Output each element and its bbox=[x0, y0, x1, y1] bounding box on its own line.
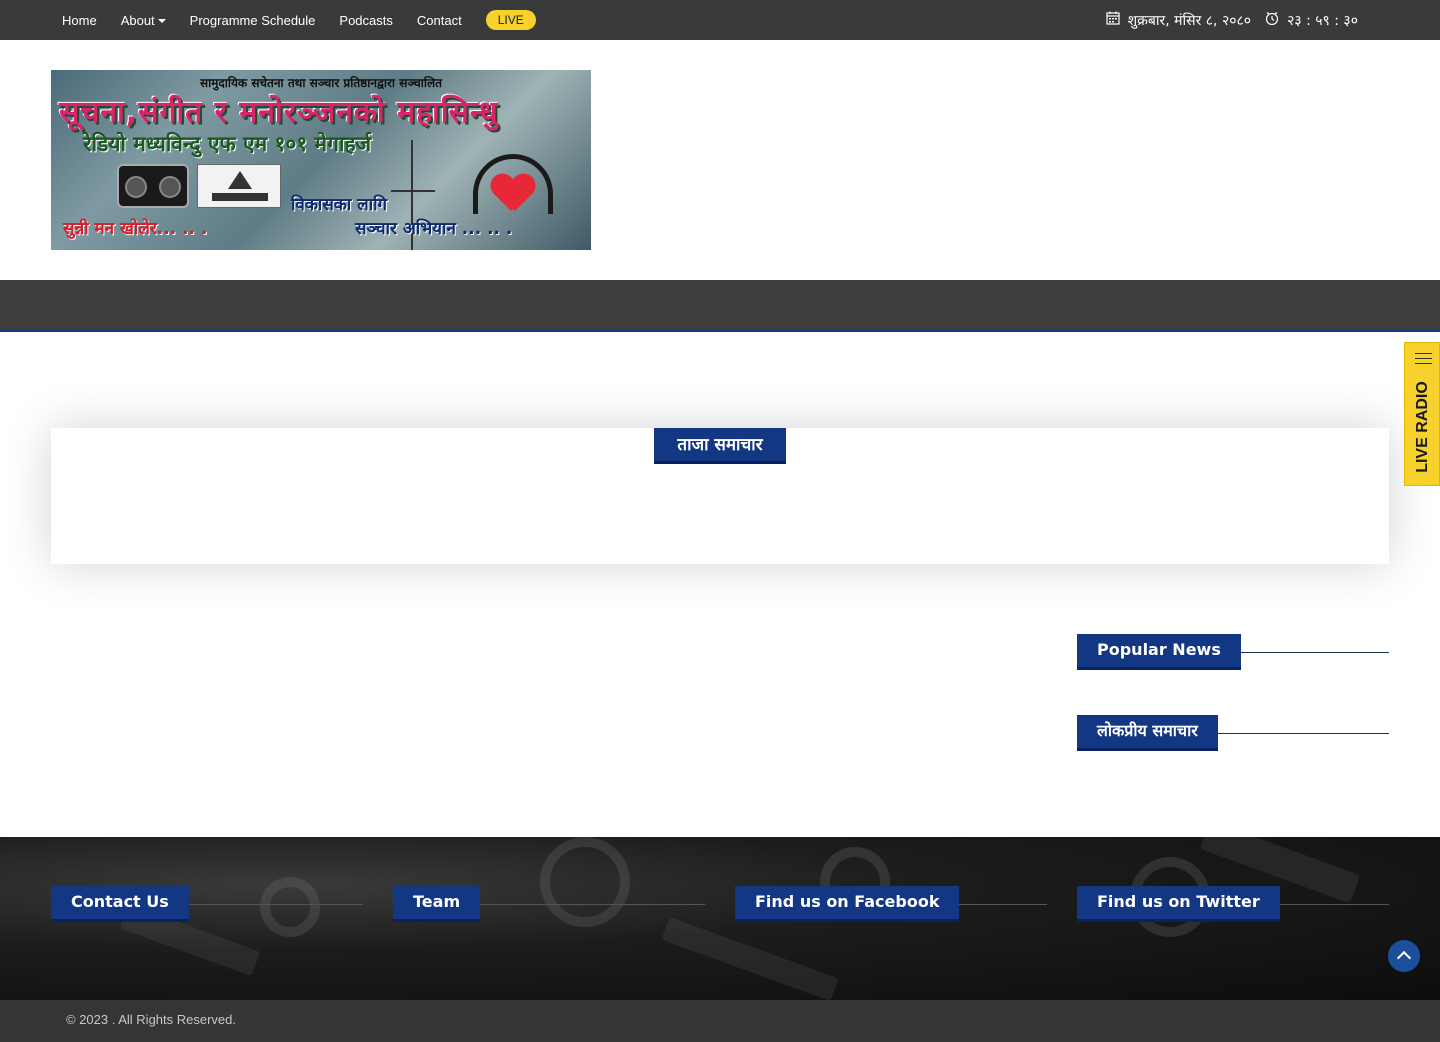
menu-bar bbox=[0, 280, 1440, 332]
nav-podcasts[interactable]: Podcasts bbox=[339, 13, 392, 28]
radio-speaker-right bbox=[159, 176, 181, 198]
radio-speaker-left bbox=[125, 176, 147, 198]
contact-widget: Contact Us bbox=[51, 886, 363, 922]
header-banner[interactable]: सामुदायिक सचेतना तथा सञ्चार प्रतिष्ठानद्… bbox=[51, 70, 591, 250]
facebook-title: Find us on Facebook bbox=[735, 886, 960, 922]
nav-programme-schedule[interactable]: Programme Schedule bbox=[190, 13, 316, 28]
popular-news-np-title: लोकप्रीय समाचार bbox=[1077, 715, 1218, 751]
banner-tower-bar bbox=[391, 190, 435, 192]
calendar-icon bbox=[1106, 11, 1120, 29]
live-radio-tab[interactable]: LIVE RADIO bbox=[1404, 342, 1440, 486]
copyright-bar: © 2023 . All Rights Reserved. bbox=[0, 1000, 1440, 1042]
live-radio-label: LIVE RADIO bbox=[1414, 381, 1431, 473]
menu-icon bbox=[1415, 353, 1432, 368]
live-button[interactable]: LIVE bbox=[485, 10, 536, 30]
team-title: Team bbox=[393, 886, 481, 922]
current-time: २३ : ५९ : ३० bbox=[1287, 12, 1358, 29]
twitter-widget: Find us on Twitter bbox=[1077, 886, 1389, 922]
date-time: शुक्रबार, मंसिर ८, २०८० २३ : ५९ : ३० bbox=[1106, 0, 1358, 40]
banner-slogan-2: सुन्नी मन खोलेर... .. . bbox=[63, 219, 208, 239]
banner-slogan-3: सञ्चार अभियान ... .. . bbox=[355, 219, 513, 239]
latest-news-title: ताजा समाचार bbox=[654, 428, 786, 464]
popular-news-widget: Popular News bbox=[1077, 634, 1389, 670]
banner-headline: सूचना,संगीत र मनोरञ्जनको महासिन्धु bbox=[59, 95, 499, 130]
nav-home[interactable]: Home bbox=[62, 13, 97, 28]
current-date: शुक्रबार, मंसिर ८, २०८० bbox=[1127, 12, 1252, 29]
main-nav: Home About Programme Schedule Podcasts C… bbox=[62, 0, 536, 40]
chevron-up-icon bbox=[1396, 950, 1412, 966]
team-widget: Team bbox=[393, 886, 705, 922]
scroll-to-top-button[interactable] bbox=[1388, 940, 1420, 972]
nav-about-label: About bbox=[120, 12, 155, 28]
popular-news-title: Popular News bbox=[1077, 634, 1241, 670]
footer-bg-slider bbox=[661, 916, 839, 1000]
nav-about[interactable]: About bbox=[121, 13, 166, 28]
banner-slogan-1: विकासका लागि bbox=[291, 195, 388, 215]
radio-icon bbox=[117, 164, 189, 208]
facebook-widget: Find us on Facebook bbox=[735, 886, 1047, 922]
footer: Contact Us Team Find us on Facebook Find… bbox=[0, 837, 1440, 1000]
nav-contact[interactable]: Contact bbox=[417, 13, 462, 28]
clock-icon bbox=[1265, 11, 1279, 29]
heart-icon bbox=[491, 175, 535, 215]
station-logo bbox=[197, 164, 281, 208]
twitter-title: Find us on Twitter bbox=[1077, 886, 1280, 922]
copyright-text: © 2023 . All Rights Reserved. bbox=[66, 1012, 236, 1027]
banner-top-line: सामुदायिक सचेतना तथा सञ्चार प्रतिष्ठानद्… bbox=[199, 76, 442, 90]
popular-news-np-widget: लोकप्रीय समाचार bbox=[1077, 715, 1389, 751]
logo-mark bbox=[228, 171, 252, 189]
contact-title: Contact Us bbox=[51, 886, 189, 922]
banner-station: रेडियो मध्यविन्दु एफ एम १०१ मेगाहर्ज bbox=[83, 132, 372, 156]
logo-bar bbox=[212, 193, 268, 201]
top-bar: Home About Programme Schedule Podcasts C… bbox=[0, 0, 1440, 40]
chevron-down-icon bbox=[157, 19, 166, 24]
